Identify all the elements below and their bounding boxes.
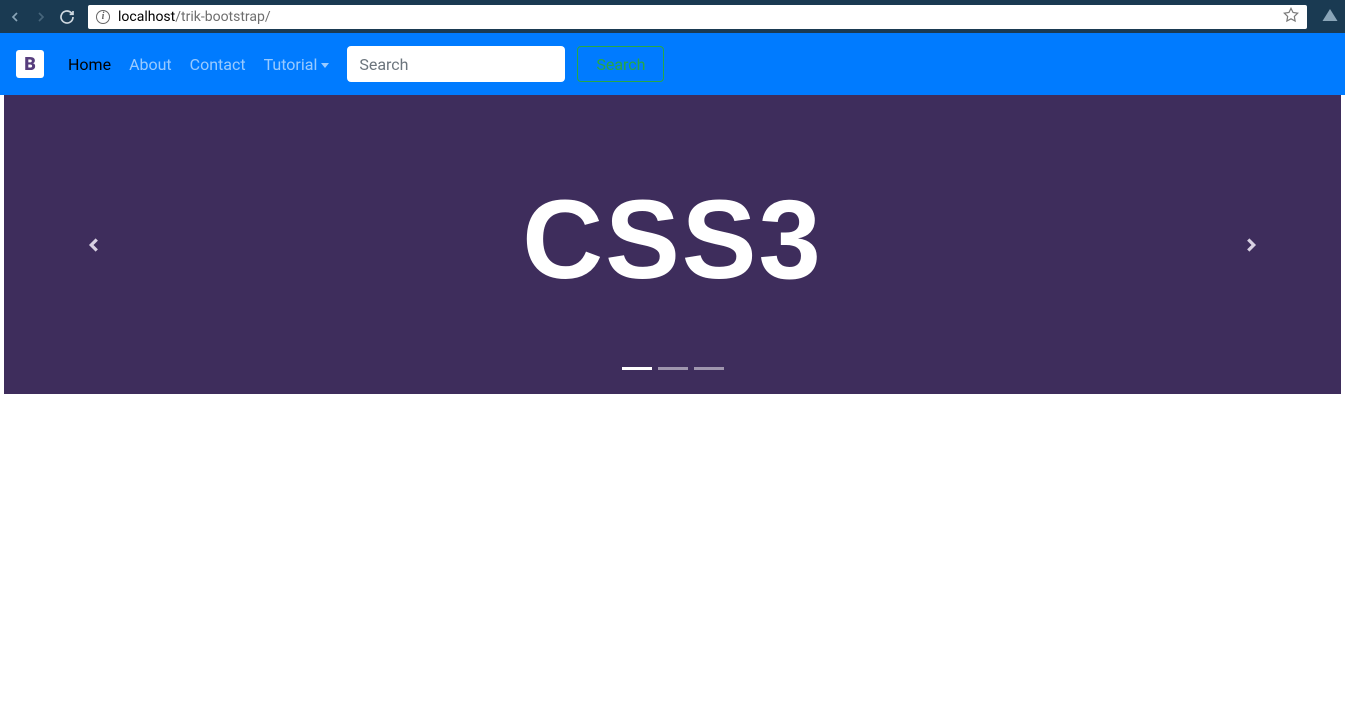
browser-toolbar: i localhost/trik-bootstrap/ <box>0 0 1345 33</box>
browser-back-button[interactable] <box>6 8 24 26</box>
search-form: Search <box>347 46 664 82</box>
search-button[interactable]: Search <box>577 46 664 82</box>
caret-down-icon <box>321 63 329 68</box>
browser-forward-button[interactable] <box>32 8 50 26</box>
url-bar[interactable]: i localhost/trik-bootstrap/ <box>88 5 1307 29</box>
carousel-indicator-3[interactable] <box>694 367 724 370</box>
carousel-prev-button[interactable] <box>74 225 114 265</box>
carousel: CSS3 <box>4 95 1341 394</box>
nav-contact[interactable]: Contact <box>190 55 246 74</box>
nav-home[interactable]: Home <box>68 55 111 74</box>
browser-reload-button[interactable] <box>58 8 76 26</box>
carousel-indicator-1[interactable] <box>622 367 652 370</box>
carousel-next-button[interactable] <box>1231 225 1271 265</box>
bookmark-star-icon[interactable] <box>1283 7 1299 27</box>
nav-about[interactable]: About <box>129 55 172 74</box>
nav-links: Home About Contact Tutorial <box>68 55 329 74</box>
carousel-indicator-2[interactable] <box>658 367 688 370</box>
extension-icon[interactable] <box>1321 6 1339 28</box>
url-path: /trik-bootstrap/ <box>175 9 270 25</box>
search-input[interactable] <box>347 46 565 82</box>
brand-logo[interactable]: B <box>16 50 44 78</box>
nav-tutorial-label: Tutorial <box>264 55 318 74</box>
carousel-slide-text: CSS3 <box>522 184 823 296</box>
carousel-indicators <box>622 367 724 370</box>
nav-tutorial-dropdown[interactable]: Tutorial <box>264 55 330 74</box>
navbar: B Home About Contact Tutorial Search <box>0 33 1345 95</box>
site-info-icon[interactable]: i <box>96 10 110 24</box>
url-text: localhost/trik-bootstrap/ <box>118 9 271 25</box>
url-host: localhost <box>118 9 175 25</box>
